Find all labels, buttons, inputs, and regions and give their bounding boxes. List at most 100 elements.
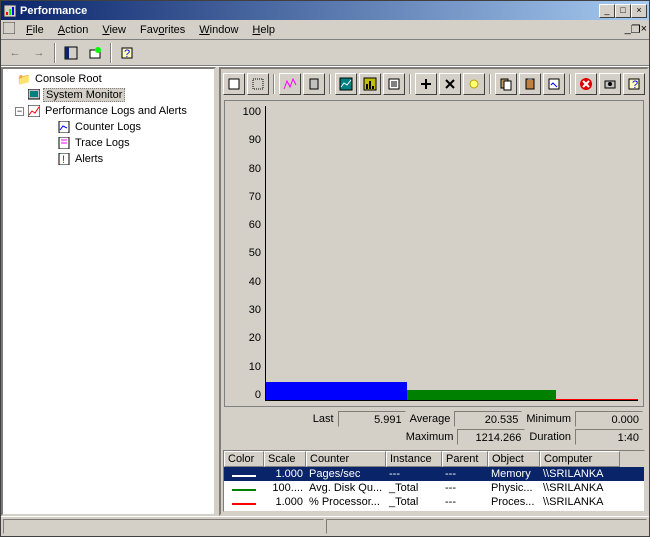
properties-button[interactable]: [543, 73, 565, 95]
y-tick: 100: [243, 106, 261, 118]
cell-counter: % Processor...: [306, 496, 386, 508]
mdi-close-button[interactable]: ×: [641, 23, 647, 36]
duration-value: 1:40: [575, 429, 643, 445]
perflogs-icon: [27, 104, 41, 118]
cell-scale: 1.000: [264, 496, 306, 508]
y-tick: 20: [249, 332, 261, 344]
console-toolbar: ← → ?: [1, 40, 649, 66]
copy-properties-button[interactable]: [495, 73, 517, 95]
color-swatch: [232, 503, 256, 505]
cell-instance: _Total: [386, 482, 442, 494]
show-hide-tree-button[interactable]: [60, 42, 82, 64]
column-header-counter[interactable]: Counter: [306, 451, 386, 467]
minimum-value: 0.000: [575, 411, 643, 427]
menu-help[interactable]: Help: [245, 22, 282, 38]
counter-logs-icon: [57, 120, 71, 134]
cell-computer: \\SRILANKA: [540, 468, 620, 480]
y-tick: 70: [249, 191, 261, 203]
trace-logs-icon: [57, 136, 71, 150]
column-header-parent[interactable]: Parent: [442, 451, 488, 467]
status-pane-2: [326, 519, 647, 534]
counter-row[interactable]: 1.000% Processor..._Total---Proces...\\S…: [224, 495, 644, 509]
status-pane-1: [3, 519, 324, 534]
alerts-icon: !: [57, 152, 71, 166]
minimize-button[interactable]: _: [599, 4, 615, 18]
cell-scale: 100....: [264, 482, 306, 494]
cell-computer: \\SRILANKA: [540, 496, 620, 508]
maximize-button[interactable]: □: [615, 4, 631, 18]
cell-parent: ---: [442, 468, 488, 480]
maximum-value: 1214.266: [457, 429, 525, 445]
chart-area[interactable]: 1009080706050403020100: [224, 100, 644, 407]
mdi-restore-button[interactable]: ❐: [631, 23, 641, 36]
tree-counter-logs[interactable]: Counter Logs: [5, 119, 212, 135]
y-axis: 1009080706050403020100: [225, 101, 265, 406]
last-label: Last: [313, 413, 334, 425]
help-topic-button[interactable]: ?: [623, 73, 645, 95]
color-swatch: [232, 489, 256, 491]
menu-action[interactable]: Action: [51, 22, 96, 38]
cell-color: [224, 496, 264, 508]
counter-list[interactable]: ColorScaleCounterInstanceParentObjectCom…: [223, 450, 645, 512]
tree-system-monitor[interactable]: System Monitor: [5, 87, 212, 103]
clear-display-button[interactable]: [247, 73, 269, 95]
update-data-button[interactable]: [599, 73, 621, 95]
collapse-icon[interactable]: −: [15, 107, 24, 116]
cell-color: [224, 482, 264, 494]
menu-view[interactable]: View: [95, 22, 133, 38]
delete-counter-button[interactable]: [439, 73, 461, 95]
tree-perf-logs[interactable]: − Performance Logs and Alerts: [5, 103, 212, 119]
paste-counter-button[interactable]: [519, 73, 541, 95]
tree-alerts[interactable]: ! Alerts: [5, 151, 212, 167]
chart-bar: [266, 382, 407, 400]
view-graph-button[interactable]: [335, 73, 357, 95]
column-header-scale[interactable]: Scale: [264, 451, 306, 467]
cell-object: Physic...: [488, 482, 540, 494]
cell-parent: ---: [442, 482, 488, 494]
menu-window[interactable]: Window: [192, 22, 245, 38]
column-header-color[interactable]: Color: [224, 451, 264, 467]
counter-header[interactable]: ColorScaleCounterInstanceParentObjectCom…: [224, 451, 644, 467]
counter-row[interactable]: 1.000Pages/sec------Memory\\SRILANKA: [224, 467, 644, 481]
menu-file[interactable]: File: [19, 22, 51, 38]
svg-text:?: ?: [124, 48, 130, 60]
column-header-instance[interactable]: Instance: [386, 451, 442, 467]
y-tick: 30: [249, 304, 261, 316]
close-button[interactable]: ×: [631, 4, 647, 18]
tree-console-root[interactable]: 📁 Console Root: [5, 71, 212, 87]
view-log-button[interactable]: [303, 73, 325, 95]
svg-text:?: ?: [632, 79, 638, 91]
column-header-object[interactable]: Object: [488, 451, 540, 467]
view-histogram-button[interactable]: [359, 73, 381, 95]
color-swatch: [232, 475, 256, 477]
cell-scale: 1.000: [264, 468, 306, 480]
cell-object: Memory: [488, 468, 540, 480]
titlebar[interactable]: Performance _ □ ×: [1, 1, 649, 20]
svg-text:!: !: [62, 154, 65, 165]
folder-icon: 📁: [17, 72, 31, 86]
add-counter-button[interactable]: [415, 73, 437, 95]
average-value: 20.535: [454, 411, 522, 427]
cell-parent: ---: [442, 496, 488, 508]
tree-pane[interactable]: 📁 Console Root System Monitor − Performa…: [1, 67, 216, 516]
help-button[interactable]: ?: [116, 42, 138, 64]
view-report-button[interactable]: [383, 73, 405, 95]
freeze-display-button[interactable]: [575, 73, 597, 95]
window-title: Performance: [20, 5, 599, 17]
maximum-label: Maximum: [406, 431, 454, 443]
view-current-button[interactable]: [279, 73, 301, 95]
mdi-app-icon: [3, 22, 15, 37]
chart-bar: [407, 390, 556, 400]
export-list-button[interactable]: [84, 42, 106, 64]
minimum-label: Minimum: [526, 413, 571, 425]
new-counter-set-button[interactable]: [223, 73, 245, 95]
column-header-computer[interactable]: Computer: [540, 451, 620, 467]
y-tick: 50: [249, 247, 261, 259]
y-tick: 80: [249, 163, 261, 175]
tree-trace-logs[interactable]: Trace Logs: [5, 135, 212, 151]
counter-row[interactable]: 100....Avg. Disk Qu..._Total---Physic...…: [224, 481, 644, 495]
cell-counter: Avg. Disk Qu...: [306, 482, 386, 494]
cell-counter: Pages/sec: [306, 468, 386, 480]
highlight-button[interactable]: [463, 73, 485, 95]
menu-favorites[interactable]: Favorites: [133, 22, 192, 38]
